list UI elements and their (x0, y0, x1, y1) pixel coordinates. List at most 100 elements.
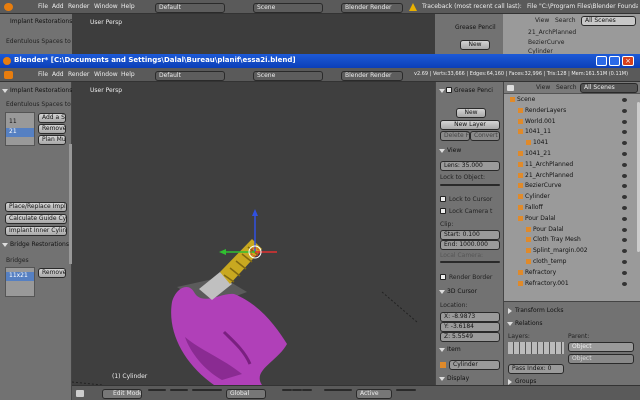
menu-add[interactable]: Add (52, 71, 64, 78)
visibility-eye-icon[interactable] (622, 270, 627, 275)
remove-bridge-button[interactable]: Remove a (38, 268, 66, 278)
bg-layout-field[interactable]: Default (155, 3, 225, 13)
lock-object-field[interactable] (440, 184, 500, 186)
edge-select-button[interactable] (292, 389, 302, 391)
visibility-eye-icon[interactable] (622, 119, 627, 124)
visibility-eye-icon[interactable] (622, 98, 627, 102)
visibility-eye-icon[interactable] (622, 173, 627, 178)
visibility-eye-icon[interactable] (622, 152, 627, 156)
pivot-selector[interactable] (170, 389, 188, 391)
convert-button[interactable]: Convert (470, 131, 500, 141)
visibility-eye-icon[interactable] (622, 238, 627, 243)
outliner-item[interactable]: BezierCurve (518, 181, 627, 191)
layout-selector[interactable]: Default (155, 71, 225, 81)
item-name-field[interactable]: Cylinder (449, 360, 500, 370)
visibility-eye-icon[interactable] (622, 130, 627, 135)
outliner-item[interactable]: Refractory (518, 268, 627, 278)
clip-end-field[interactable]: End: 1000.000 (440, 240, 500, 250)
grease-checkbox[interactable] (446, 87, 452, 93)
bg-menu-render[interactable]: Render (68, 3, 89, 10)
visibility-eye-icon[interactable] (622, 162, 627, 167)
collapse-arrow-icon[interactable] (439, 377, 445, 381)
bg-outliner-search[interactable]: Search (555, 17, 576, 24)
outliner-item[interactable]: Cylinder (518, 192, 627, 202)
collapse-arrow-icon[interactable] (439, 149, 445, 153)
layers-grid[interactable] (508, 342, 564, 354)
cursor-x-field[interactable]: X: -8.9873 (440, 312, 500, 322)
bg-menu-window[interactable]: Window (94, 3, 118, 10)
bg-menu-add[interactable]: Add (52, 3, 64, 10)
face-select-button[interactable] (302, 389, 312, 391)
outliner-item[interactable]: 1041_21 (518, 149, 627, 159)
parent-field[interactable]: Object (568, 342, 634, 352)
visibility-eye-icon[interactable] (622, 249, 627, 254)
mode-selector[interactable]: Edit Mode (102, 389, 142, 399)
outliner-item[interactable]: RenderLayers (518, 106, 627, 116)
new-layer-button[interactable]: New Layer (440, 120, 500, 130)
inner-cylinders-button[interactable]: Implant Inner Cylinders (5, 226, 67, 236)
bg-menu-help[interactable]: Help (121, 3, 135, 10)
editor-type-icon[interactable] (4, 71, 13, 79)
parent-value-field[interactable]: Object (568, 354, 634, 364)
lens-field[interactable]: Lens: 35.000 (440, 161, 500, 171)
visibility-eye-icon[interactable] (622, 206, 627, 210)
collapse-arrow-icon[interactable] (439, 89, 445, 93)
bg-new-button[interactable]: New (460, 40, 490, 50)
outliner-item[interactable]: Pour Dalal (518, 214, 627, 224)
place-implant-button[interactable]: Place/Replace Implant (5, 202, 67, 212)
visibility-eye-icon[interactable] (622, 195, 627, 200)
bg-scene-field[interactable]: Scene (253, 3, 323, 13)
cursor-z-field[interactable]: Z: 5.5549 (440, 332, 500, 342)
outliner-view-menu[interactable]: View (536, 84, 550, 91)
list-item[interactable]: 11 (6, 118, 34, 127)
outliner-item[interactable]: Scene (510, 95, 627, 105)
bg-engine-field[interactable]: Blender Render (341, 3, 403, 13)
plan-multiple-button[interactable]: Plan Mult (38, 135, 66, 145)
snap-toggle[interactable] (396, 389, 416, 391)
outliner-item[interactable]: Pour Dalal (526, 225, 627, 235)
visibility-eye-icon[interactable] (622, 108, 627, 113)
collapse-arrow-icon[interactable] (2, 89, 8, 93)
orientation-selector[interactable]: Global (226, 389, 266, 399)
3d-viewport[interactable]: User Persp (1) Cylinder (72, 82, 435, 385)
render-border-checkbox[interactable] (440, 274, 446, 280)
proportional-selector[interactable] (324, 389, 352, 391)
scene-selector[interactable]: Scene (253, 71, 323, 81)
visibility-eye-icon[interactable] (622, 227, 627, 232)
calculate-guide-button[interactable]: Calculate Guide Cylind (5, 214, 67, 224)
visibility-eye-icon[interactable] (622, 216, 627, 221)
bg-outliner-scenes[interactable]: All Scenes (581, 16, 636, 26)
outliner-search-menu[interactable]: Search (556, 84, 577, 91)
bg-outliner-item[interactable]: 21_ArchPlanned (528, 29, 576, 36)
add-space-button[interactable]: Add a Spa (38, 113, 66, 123)
remove-space-button[interactable]: Remove a (38, 124, 66, 134)
cursor-y-field[interactable]: Y: -3.6184 (440, 322, 500, 332)
snap-pivot-selector[interactable]: Active (356, 389, 392, 399)
collapse-arrow-icon[interactable] (439, 348, 445, 352)
vertex-select-button[interactable] (282, 389, 292, 391)
grease-new-button[interactable]: New (456, 108, 486, 118)
collapse-arrow-icon[interactable] (2, 243, 8, 247)
outliner-editor-icon[interactable] (507, 85, 514, 91)
menu-help[interactable]: Help (121, 71, 135, 78)
engine-selector[interactable]: Blender Render (341, 71, 403, 81)
visibility-eye-icon[interactable] (622, 260, 627, 264)
outliner-item[interactable]: 21_ArchPlanned (518, 171, 627, 181)
delete-frame-button[interactable]: Delete Fr (440, 131, 470, 141)
visibility-eye-icon[interactable] (622, 184, 627, 189)
outliner-item[interactable]: World.001 (518, 117, 627, 127)
collapse-arrow-icon[interactable] (508, 308, 512, 314)
close-button[interactable]: × (622, 56, 634, 66)
menu-file[interactable]: File (38, 71, 48, 78)
lock-camera-checkbox[interactable] (440, 208, 446, 214)
outliner-item[interactable]: 11_ArchPlanned (518, 160, 627, 170)
bridge-item-selected[interactable]: 11x21 (6, 272, 34, 281)
visibility-eye-icon[interactable] (622, 281, 627, 286)
bg-outliner-view[interactable]: View (535, 17, 549, 24)
pass-index-field[interactable]: Pass Index: 0 (508, 364, 564, 374)
minimize-button[interactable] (596, 56, 607, 66)
local-camera-field[interactable] (440, 261, 500, 263)
outliner-item[interactable]: Splint_margin.002 (526, 246, 627, 256)
outliner-item[interactable]: Refractory.001 (518, 279, 627, 289)
outliner-item[interactable]: Cloth Tray Mesh (526, 235, 627, 245)
